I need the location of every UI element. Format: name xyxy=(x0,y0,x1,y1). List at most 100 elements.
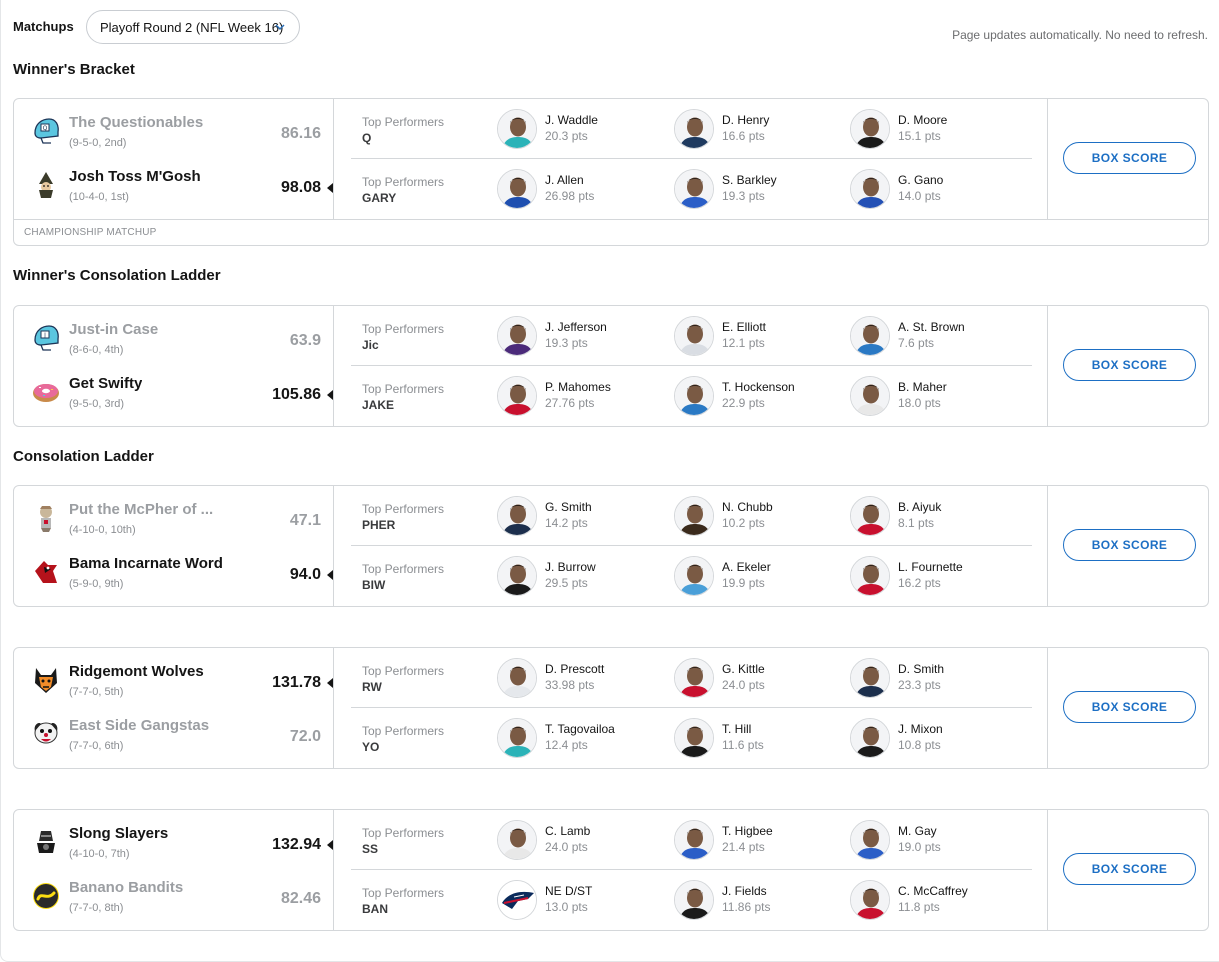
box-score-button[interactable]: BOX SCORE xyxy=(1063,529,1196,561)
player[interactable]: B. Aiyuk 8.1 pts xyxy=(850,496,1020,538)
player[interactable]: D. Smith 23.3 pts xyxy=(850,658,1020,700)
player-name[interactable]: D. Smith xyxy=(898,662,944,676)
player[interactable]: D. Moore 15.1 pts xyxy=(850,109,1020,151)
player[interactable]: J. Jefferson 19.3 pts xyxy=(497,316,667,358)
player[interactable]: J. Allen 26.98 pts xyxy=(497,169,667,211)
player[interactable]: L. Fournette 16.2 pts xyxy=(850,556,1020,598)
cardinal-icon xyxy=(31,557,61,587)
team-row[interactable]: Ridgemont Wolves (7-7-0, 5th) 131.78 xyxy=(14,654,334,708)
player-name[interactable]: J. Waddle xyxy=(545,113,598,127)
team-row[interactable]: Slong Slayers (4-10-0, 7th) 132.94 xyxy=(14,816,334,870)
player-name[interactable]: T. Hill xyxy=(722,722,751,736)
player[interactable]: G. Gano 14.0 pts xyxy=(850,169,1020,211)
player[interactable]: A. Ekeler 19.9 pts xyxy=(674,556,844,598)
team-row[interactable]: Josh Toss M'Gosh (10-4-0, 1st) 98.08 xyxy=(14,159,334,213)
player-name[interactable]: L. Fournette xyxy=(898,560,963,574)
player[interactable]: D. Henry 16.6 pts xyxy=(674,109,844,151)
player-points: 14.0 pts xyxy=(898,189,941,203)
player[interactable]: E. Elliott 12.1 pts xyxy=(674,316,844,358)
team-row[interactable]: Bama Incarnate Word (5-9-0, 9th) 94.0 xyxy=(14,546,334,600)
player-name[interactable]: S. Barkley xyxy=(722,173,777,187)
top-performers-label: Top Performers xyxy=(362,664,445,678)
team-row[interactable]: East Side Gangstas (7-7-0, 6th) 72.0 xyxy=(14,708,334,762)
player-name[interactable]: E. Elliott xyxy=(722,320,766,334)
player-name[interactable]: G. Kittle xyxy=(722,662,765,676)
player[interactable]: J. Mixon 10.8 pts xyxy=(850,718,1020,760)
player[interactable]: N. Chubb 10.2 pts xyxy=(674,496,844,538)
player-name[interactable]: A. St. Brown xyxy=(898,320,965,334)
player-name[interactable]: C. McCaffrey xyxy=(898,884,968,898)
team-row[interactable]: J Just-in Case (8-6-0, 4th) 63.9 xyxy=(14,312,334,366)
team-name[interactable]: The Questionables xyxy=(69,114,203,131)
team-name[interactable]: East Side Gangstas xyxy=(69,717,209,734)
player-name[interactable]: G. Gano xyxy=(898,173,943,187)
player-name[interactable]: J. Jefferson xyxy=(545,320,607,334)
player-name[interactable]: T. Tagovailoa xyxy=(545,722,615,736)
player-name[interactable]: D. Prescott xyxy=(545,662,604,676)
box-score-button[interactable]: BOX SCORE xyxy=(1063,349,1196,381)
team-name[interactable]: Bama Incarnate Word xyxy=(69,555,223,572)
teams-column: Q The Questionables (9-5-0, 2nd) 86.16 Josh … xyxy=(14,99,334,219)
player[interactable]: B. Maher 18.0 pts xyxy=(850,376,1020,418)
box-score-button[interactable]: BOX SCORE xyxy=(1063,691,1196,723)
player[interactable]: NE D/ST 13.0 pts xyxy=(497,880,667,922)
team-name[interactable]: Josh Toss M'Gosh xyxy=(69,168,201,185)
player-name[interactable]: J. Mixon xyxy=(898,722,943,736)
player-name[interactable]: G. Smith xyxy=(545,500,592,514)
player[interactable]: S. Barkley 19.3 pts xyxy=(674,169,844,211)
player-points: 12.4 pts xyxy=(545,738,588,752)
team-name[interactable]: Get Swifty xyxy=(69,375,142,392)
box-score-button[interactable]: BOX SCORE xyxy=(1063,142,1196,174)
week-select[interactable]: Playoff Round 2 (NFL Week 16) xyxy=(86,10,300,44)
player[interactable]: J. Burrow 29.5 pts xyxy=(497,556,667,598)
player-headshot xyxy=(674,880,714,920)
team-row[interactable]: Get Swifty (9-5-0, 3rd) 105.86 xyxy=(14,366,334,420)
player-name[interactable]: T. Hockenson xyxy=(722,380,795,394)
player[interactable]: J. Fields 11.86 pts xyxy=(674,880,844,922)
team-abbreviation: PHER xyxy=(362,518,396,532)
player[interactable]: T. Hill 11.6 pts xyxy=(674,718,844,760)
chevron-down-icon xyxy=(275,24,285,31)
box-score-button[interactable]: BOX SCORE xyxy=(1063,853,1196,885)
player[interactable]: T. Hockenson 22.9 pts xyxy=(674,376,844,418)
player-name[interactable]: C. Lamb xyxy=(545,824,590,838)
player-name[interactable]: J. Fields xyxy=(722,884,767,898)
team-name[interactable]: Banano Bandits xyxy=(69,879,183,896)
player[interactable]: D. Prescott 33.98 pts xyxy=(497,658,667,700)
player-name[interactable]: B. Maher xyxy=(898,380,947,394)
team-abbreviation: Jic xyxy=(362,338,379,352)
player-headshot xyxy=(674,658,714,698)
team-name[interactable]: Ridgemont Wolves xyxy=(69,663,204,680)
player[interactable]: A. St. Brown 7.6 pts xyxy=(850,316,1020,358)
team-row[interactable]: Put the McPher of ... (4-10-0, 10th) 47.1 xyxy=(14,492,334,546)
team-record: (7-7-0, 5th) xyxy=(69,686,124,698)
player[interactable]: C. McCaffrey 11.8 pts xyxy=(850,880,1020,922)
player-name[interactable]: B. Aiyuk xyxy=(898,500,941,514)
team-name[interactable]: Put the McPher of ... xyxy=(69,501,213,518)
player-headshot xyxy=(674,376,714,416)
team-row[interactable]: Banano Bandits (7-7-0, 8th) 82.46 xyxy=(14,870,334,924)
team-name[interactable]: Just-in Case xyxy=(69,321,158,338)
player[interactable]: M. Gay 19.0 pts xyxy=(850,820,1020,862)
player-headshot xyxy=(850,496,890,536)
player[interactable]: G. Smith 14.2 pts xyxy=(497,496,667,538)
player-name[interactable]: M. Gay xyxy=(898,824,937,838)
player[interactable]: T. Tagovailoa 12.4 pts xyxy=(497,718,667,760)
player[interactable]: G. Kittle 24.0 pts xyxy=(674,658,844,700)
player-name[interactable]: J. Allen xyxy=(545,173,584,187)
player[interactable]: T. Higbee 21.4 pts xyxy=(674,820,844,862)
player-name[interactable]: NE D/ST xyxy=(545,884,592,898)
player-name[interactable]: A. Ekeler xyxy=(722,560,771,574)
player-name[interactable]: J. Burrow xyxy=(545,560,596,574)
player[interactable]: P. Mahomes 27.76 pts xyxy=(497,376,667,418)
player-name[interactable]: P. Mahomes xyxy=(545,380,611,394)
team-row[interactable]: Q The Questionables (9-5-0, 2nd) 86.16 xyxy=(14,105,334,159)
player-name[interactable]: D. Moore xyxy=(898,113,947,127)
player[interactable]: C. Lamb 24.0 pts xyxy=(497,820,667,862)
player[interactable]: J. Waddle 20.3 pts xyxy=(497,109,667,151)
player-name[interactable]: D. Henry xyxy=(722,113,769,127)
player-name[interactable]: N. Chubb xyxy=(722,500,773,514)
team-name[interactable]: Slong Slayers xyxy=(69,825,168,842)
performers-row: Top Performers RW D. Prescott 33.98 pts G. K… xyxy=(335,648,1048,708)
player-name[interactable]: T. Higbee xyxy=(722,824,773,838)
